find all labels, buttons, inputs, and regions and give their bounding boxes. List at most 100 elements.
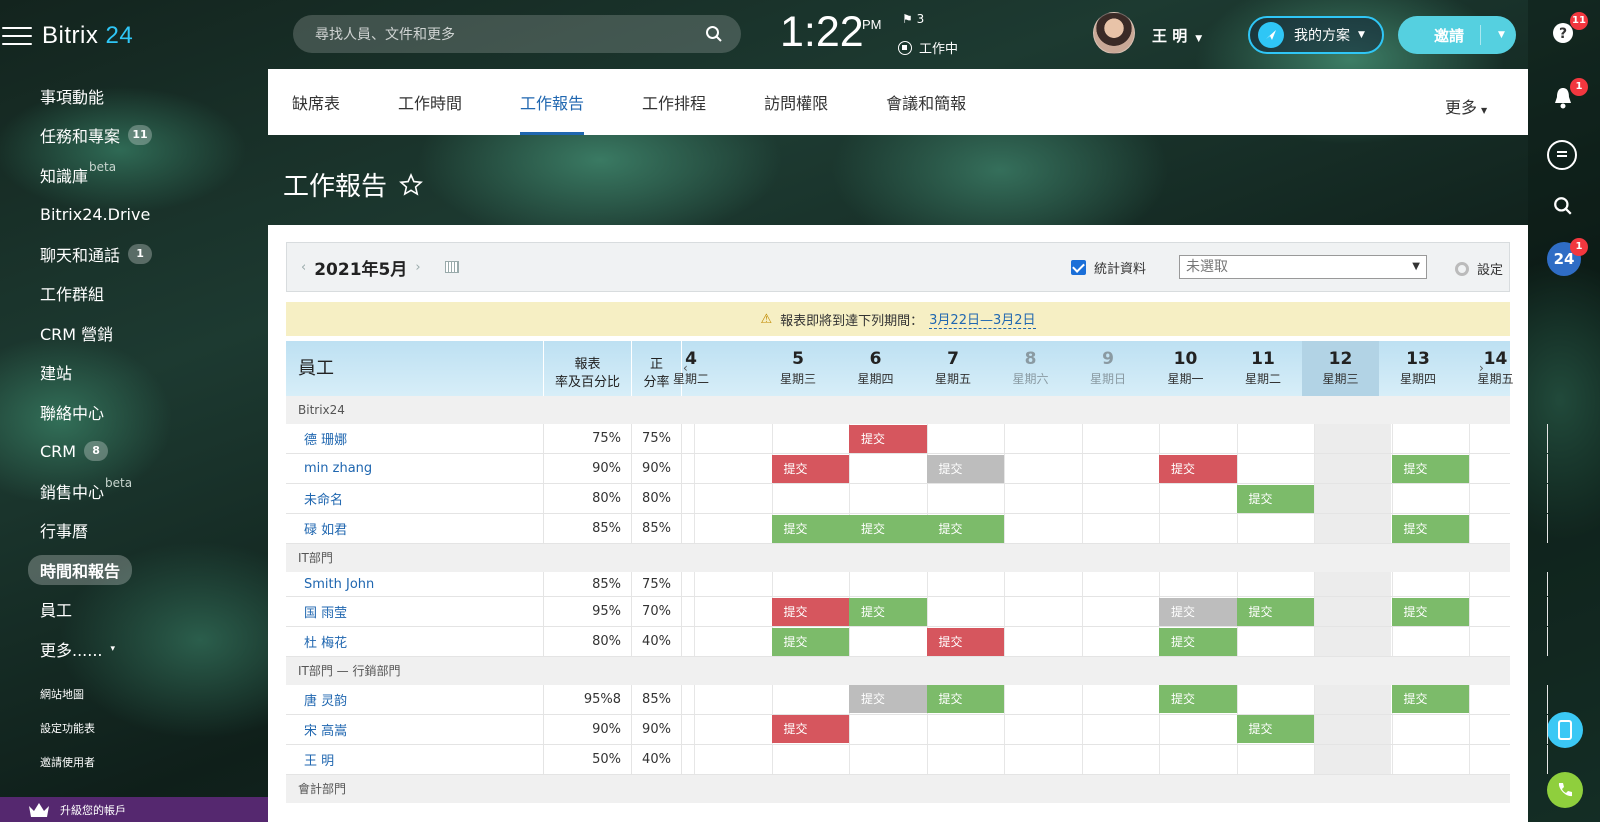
submit-report-cell[interactable]: 提交 — [1391, 685, 1469, 713]
day-header[interactable]: 7 星期五 — [915, 349, 992, 387]
day-header[interactable]: 4 星期二 — [656, 349, 726, 387]
tab-item[interactable]: 訪問權限 — [764, 69, 828, 135]
submit-report-cell[interactable]: 提交 — [1159, 598, 1237, 626]
sidebar-item[interactable]: 知識庫 beta — [28, 155, 258, 195]
settings-button[interactable]: 設定 — [1455, 259, 1503, 278]
sidebar-item[interactable]: 聯絡中心 — [28, 392, 258, 432]
hamburger-menu-icon[interactable] — [2, 27, 32, 45]
sidebar-item[interactable]: 時間和報告 — [28, 550, 258, 590]
clock[interactable]: 1:22 PM — [780, 8, 882, 57]
submit-report-cell[interactable]: 提交 — [771, 455, 849, 483]
submit-report-cell[interactable]: 提交 — [849, 515, 927, 543]
invite-button[interactable]: 邀請 ▼ — [1398, 16, 1516, 54]
tab-item[interactable]: 會議和簡報 — [886, 69, 966, 135]
department-select[interactable]: 未選取 ▼ — [1179, 255, 1427, 279]
phone-icon[interactable] — [1547, 772, 1583, 808]
submit-report-cell[interactable]: 提交 — [926, 628, 1004, 656]
star-icon[interactable] — [399, 172, 423, 197]
sidebar-item[interactable]: 更多...... ▾ — [28, 629, 258, 669]
submit-report-cell[interactable]: 提交 — [1391, 455, 1469, 483]
user-menu[interactable]: 王 明 ▼ — [1152, 25, 1202, 46]
tabs-more-button[interactable]: 更多 ▼ — [1445, 94, 1566, 118]
checkbox-checked-icon[interactable] — [1071, 260, 1086, 275]
submit-report-cell[interactable]: 提交 — [1159, 628, 1237, 656]
submit-report-cell[interactable]: 提交 — [1159, 685, 1237, 713]
employee-name[interactable]: 未命名 — [286, 484, 544, 513]
submit-report-cell[interactable]: 提交 — [1391, 598, 1469, 626]
day-header[interactable]: 8 星期六 — [992, 349, 1069, 387]
search-input[interactable]: 尋找人員、文件和更多 — [293, 15, 741, 53]
sidebar-item[interactable]: Bitrix24.Drive — [28, 195, 258, 235]
sidebar-item[interactable]: 任務和專案 11 — [28, 116, 258, 156]
sidebar-item[interactable]: CRM 營銷 — [28, 313, 258, 353]
submit-report-cell[interactable]: 提交 — [1236, 598, 1314, 626]
prev-month-icon[interactable]: ‹ — [301, 260, 306, 275]
sidebar-footer-sitemap[interactable]: 網站地圖 — [40, 686, 84, 702]
next-month-icon[interactable]: › — [415, 260, 420, 275]
day-header[interactable]: 5 星期三 — [760, 349, 837, 387]
submit-report-cell[interactable]: 提交 — [771, 715, 849, 743]
sidebar-item[interactable]: 聊天和通話 1 — [28, 234, 258, 274]
submit-report-cell[interactable]: 提交 — [1236, 715, 1314, 743]
tab-item[interactable]: 工作排程 — [642, 69, 706, 135]
group-header: 會計部門 — [286, 775, 1510, 803]
search-icon[interactable] — [1547, 190, 1579, 222]
sidebar-footer-configure-menu[interactable]: 設定功能表 — [40, 720, 95, 736]
day-header[interactable]: 6 星期四 — [837, 349, 914, 387]
help-badge: 11 — [1570, 12, 1588, 30]
submit-report-cell[interactable]: 提交 — [926, 455, 1004, 483]
submit-report-cell[interactable]: 提交 — [849, 685, 927, 713]
sidebar-item[interactable]: 銷售中心 beta — [28, 471, 258, 511]
tab-item[interactable]: 工作報告 — [520, 69, 585, 135]
avatar[interactable] — [1093, 12, 1135, 54]
mobile-app-icon[interactable] — [1547, 712, 1583, 748]
sidebar-item[interactable]: CRM 8 — [28, 432, 258, 472]
sidebar-item[interactable]: 建站 — [28, 353, 258, 393]
header-employee[interactable]: 員工 — [286, 341, 544, 396]
employee-name[interactable]: 唐 灵韵 — [286, 685, 544, 714]
stats-checkbox[interactable]: 統計資料 — [1071, 258, 1146, 277]
submit-report-cell[interactable]: 提交 — [1236, 485, 1314, 513]
calendar-icon[interactable] — [444, 261, 459, 273]
chevron-down-icon[interactable]: ▼ — [1498, 30, 1505, 40]
notice-period-link[interactable]: 3月22日—3月2日 — [929, 309, 1036, 329]
day-header[interactable]: 14 星期五 — [1457, 349, 1534, 387]
day-header[interactable]: 13 星期四 — [1380, 349, 1457, 387]
sidebar-item[interactable]: 員工 — [28, 590, 258, 630]
header-rate[interactable]: 報表 率及百分比 — [544, 341, 632, 396]
employee-name[interactable]: 德 珊娜 — [286, 424, 544, 453]
submit-report-cell[interactable]: 提交 — [926, 685, 1004, 713]
submit-report-cell[interactable]: 提交 — [1391, 515, 1469, 543]
sidebar-item[interactable]: 事項動能 — [28, 76, 258, 116]
day-header[interactable]: 12 星期三 — [1302, 341, 1379, 396]
sidebar-footer-invite-users[interactable]: 邀請使用者 — [40, 754, 95, 770]
submit-report-cell[interactable]: 提交 — [771, 628, 849, 656]
submit-report-cell[interactable]: 提交 — [849, 425, 927, 453]
submit-report-cell[interactable]: 提交 — [1159, 455, 1237, 483]
sidebar-item[interactable]: 行事曆 — [28, 511, 258, 551]
day-header[interactable]: 9 星期日 — [1070, 349, 1147, 387]
tab-item[interactable]: 工作時間 — [398, 69, 462, 135]
upgrade-account-button[interactable]: 升級您的帳戶 — [0, 797, 268, 822]
submit-report-cell[interactable]: 提交 — [926, 515, 1004, 543]
chat-icon[interactable] — [1547, 140, 1577, 170]
flag-counter[interactable]: ⚑ 3 — [902, 12, 924, 26]
bitrix24-logo[interactable]: Bitrix 24 — [42, 22, 133, 50]
submit-report-cell[interactable]: 提交 — [771, 515, 849, 543]
employee-name[interactable]: 碌 如君 — [286, 514, 544, 543]
day-header[interactable]: 11 星期二 — [1225, 349, 1302, 387]
submit-report-cell[interactable]: 提交 — [849, 598, 927, 626]
tab-item[interactable]: 缺席表 — [292, 69, 340, 135]
day-header[interactable]: 10 星期一 — [1147, 349, 1224, 387]
employee-name[interactable]: 王 明 — [286, 745, 544, 774]
submit-report-cell[interactable]: 提交 — [771, 598, 849, 626]
sidebar-item[interactable]: 工作群組 — [28, 274, 258, 314]
employee-name[interactable]: Smith John — [286, 572, 544, 596]
search-icon[interactable] — [705, 25, 723, 43]
work-status[interactable]: 工作中 — [898, 38, 958, 57]
employee-name[interactable]: min zhang — [286, 454, 544, 483]
employee-name[interactable]: 宋 高嵩 — [286, 715, 544, 744]
employee-name[interactable]: 杜 梅花 — [286, 627, 544, 656]
employee-name[interactable]: 国 雨莹 — [286, 597, 544, 626]
my-plan-button[interactable]: 我的方案 ▼ — [1248, 16, 1384, 54]
